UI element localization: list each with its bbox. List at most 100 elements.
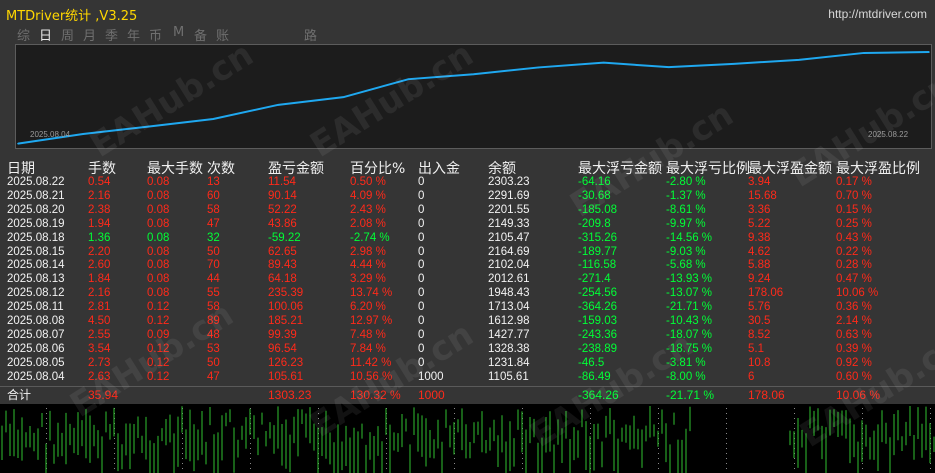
- row-balance: 2105.47: [488, 231, 530, 244]
- row-max-float-profit-ratio: 0.28 %: [836, 259, 872, 272]
- total-pnl: 1303.23: [268, 388, 312, 402]
- row-max-float-loss: -116.58: [578, 259, 617, 272]
- total-max-float-loss-ratio: -21.71 %: [666, 388, 715, 402]
- row-pnl: 43.86: [268, 217, 297, 230]
- tab-yearly[interactable]: 年: [127, 25, 140, 44]
- row-max-float-profit-ratio: 0.70 %: [836, 189, 872, 202]
- tab-magic[interactable]: M: [173, 25, 184, 40]
- row-max-float-profit: 10.8: [748, 356, 771, 369]
- row-balance: 2102.04: [488, 259, 530, 272]
- row-lots: 2.16: [88, 189, 111, 202]
- row-max-float-profit: 9.38: [748, 231, 771, 244]
- row-pnl: 100.06: [268, 301, 304, 314]
- row-balance: 1612.98: [488, 315, 530, 327]
- website-link[interactable]: http://mtdriver.com: [828, 7, 927, 21]
- row-deposit: 0: [418, 245, 425, 258]
- row-lots: 1.94: [88, 217, 111, 230]
- row-max-float-loss: -254.56: [578, 287, 618, 300]
- header-pnl: 盈亏金额: [268, 161, 324, 177]
- tab-weekly[interactable]: 周: [61, 25, 74, 44]
- table-row: 2025.08.12 2.16 0.08 55 235.39 13.74 % 0 1948.4…: [0, 287, 935, 300]
- row-deposit: 0: [418, 301, 425, 314]
- row-max-float-loss-ratio: -9.97 %: [666, 217, 706, 230]
- row-count: 47: [207, 370, 220, 383]
- row-percent: 3.29 %: [350, 273, 386, 286]
- row-pnl: 64.18: [268, 273, 297, 286]
- row-pnl: 99.39: [268, 328, 297, 341]
- row-deposit: 0: [418, 287, 425, 300]
- row-max-float-loss: -364.26: [578, 301, 618, 314]
- row-balance: 2201.55: [488, 203, 530, 216]
- tab-summary[interactable]: 综: [17, 25, 30, 44]
- row-lots: 2.60: [88, 259, 111, 272]
- row-percent: 4.44 %: [350, 259, 386, 272]
- table-row: 2025.08.11 2.81 0.12 58 100.06 6.20 % 0 1713.04…: [0, 301, 935, 314]
- equity-point: [798, 59, 800, 61]
- row-date: 2025.08.13: [7, 273, 65, 286]
- row-date: 2025.08.19: [7, 217, 65, 230]
- table-row: 2025.08.19 1.94 0.08 47 43.86 2.08 % 0 2149.33 -…: [0, 218, 935, 231]
- row-pnl: 11.54: [268, 176, 296, 188]
- row-max-float-profit-ratio: 0.25 %: [836, 217, 872, 230]
- row-max-float-loss-ratio: -9.03 %: [666, 245, 706, 258]
- row-max-float-profit-ratio: 0.43 %: [836, 231, 872, 244]
- row-max-lots: 0.12: [147, 301, 170, 314]
- row-max-float-profit-ratio: 0.15 %: [836, 203, 872, 216]
- row-lots: 0.54: [88, 176, 111, 188]
- row-lots: 2.20: [88, 245, 111, 258]
- row-pnl: 62.65: [268, 245, 297, 258]
- row-max-float-profit: 4.62: [748, 245, 771, 258]
- row-date: 2025.08.20: [7, 203, 65, 216]
- row-deposit: 0: [418, 259, 425, 272]
- row-percent: 13.74 %: [350, 287, 393, 300]
- equity-point: [602, 61, 605, 64]
- row-percent: 2.08 %: [350, 217, 386, 230]
- row-percent: 7.48 %: [350, 328, 386, 341]
- row-max-float-loss: -238.89: [578, 342, 618, 355]
- row-max-float-profit: 3.36: [748, 203, 771, 216]
- tab-currency[interactable]: 币: [149, 25, 162, 44]
- row-lots: 2.55: [88, 328, 111, 341]
- row-max-float-loss-ratio: -2.80 %: [666, 176, 706, 188]
- equity-point: [928, 51, 930, 53]
- tab-notes[interactable]: 备: [194, 25, 207, 44]
- row-count: 50: [207, 245, 220, 258]
- row-max-lots: 0.08: [147, 231, 170, 244]
- row-date: 2025.08.14: [7, 259, 65, 272]
- tab-monthly[interactable]: 月: [83, 25, 96, 44]
- tab-daily[interactable]: 日: [39, 25, 52, 44]
- header-count: 次数: [207, 161, 235, 177]
- row-date: 2025.08.18: [7, 231, 65, 244]
- row-percent: 12.97 %: [350, 315, 393, 327]
- row-balance: 1713.04: [488, 301, 530, 314]
- row-lots: 2.81: [88, 301, 111, 314]
- equity-point: [212, 118, 215, 120]
- row-count: 44: [207, 273, 220, 286]
- equity-point: [667, 66, 670, 68]
- table-row: 2025.08.21 2.16 0.08 60 90.14 4.09 % 0 2291.69 -…: [0, 190, 935, 203]
- total-label: 合计: [7, 388, 32, 402]
- row-max-float-profit: 6: [748, 370, 755, 383]
- row-balance: 2164.69: [488, 245, 530, 258]
- row-percent: 0.50 %: [350, 176, 386, 188]
- row-max-float-profit-ratio: 0.36 %: [836, 301, 872, 314]
- row-max-float-profit: 178.06: [748, 287, 784, 300]
- row-lots: 1.84: [88, 273, 111, 286]
- header-max-lots: 最大手数: [147, 161, 203, 177]
- row-deposit: 0: [418, 231, 425, 244]
- row-balance: 1105.61: [488, 370, 529, 383]
- tab-quarterly[interactable]: 季: [105, 25, 118, 44]
- equity-point: [537, 66, 540, 69]
- row-percent: 6.20 %: [350, 301, 386, 314]
- row-max-lots: 0.08: [147, 217, 170, 230]
- row-date: 2025.08.15: [7, 245, 65, 258]
- row-date: 2025.08.07: [7, 328, 65, 341]
- row-pnl: 89.43: [268, 259, 297, 272]
- row-deposit: 0: [418, 203, 425, 216]
- row-percent: -2.74 %: [350, 231, 390, 244]
- table-row: 2025.08.15 2.20 0.08 50 62.65 2.98 % 0 2164.69 -…: [0, 246, 935, 259]
- row-count: 47: [207, 217, 220, 230]
- row-count: 60: [207, 189, 220, 202]
- row-max-float-loss: -189.77: [578, 245, 618, 258]
- row-max-float-profit-ratio: 2.14 %: [836, 315, 872, 327]
